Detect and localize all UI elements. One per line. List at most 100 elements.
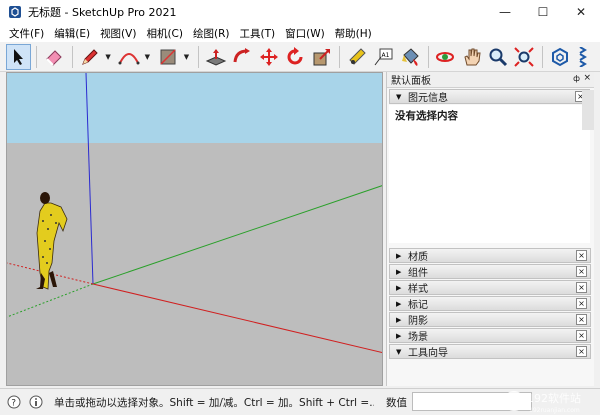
menu-edit[interactable]: 编辑(E)	[49, 26, 95, 41]
tray-instructor[interactable]: ▼ 工具向导 ×	[389, 344, 591, 359]
expanded-arrow-icon: ▼	[396, 92, 402, 101]
tray-materials[interactable]: ▶ 材质 ×	[389, 248, 591, 263]
menu-view[interactable]: 视图(V)	[95, 26, 141, 41]
rectangle-tool-button[interactable]	[155, 44, 180, 70]
panel-scrollbar[interactable]	[582, 90, 594, 130]
collapsed-arrow-icon: ▶	[396, 299, 402, 308]
menu-window[interactable]: 窗口(W)	[280, 26, 330, 41]
tray-close-button[interactable]: ×	[576, 330, 587, 341]
rectangle-icon	[160, 48, 176, 65]
ground	[7, 143, 382, 385]
pencil-dropdown[interactable]: ▼	[103, 44, 113, 70]
arc-dropdown[interactable]: ▼	[142, 44, 152, 70]
toolbar: ▼ ▼ ▼ A1	[0, 42, 600, 72]
tray-label: 图元信息	[408, 93, 448, 104]
menu-tools[interactable]: 工具(T)	[234, 26, 280, 41]
sketchup-logo-icon	[9, 6, 21, 18]
zoom-tool-button[interactable]	[485, 44, 510, 70]
extension-warehouse-button[interactable]	[574, 44, 599, 70]
watermark-text: 192软件站	[527, 391, 581, 405]
minimize-button[interactable]: —	[486, 0, 524, 24]
menu-help[interactable]: 帮助(H)	[330, 26, 377, 41]
question-icon: ?	[7, 395, 21, 409]
pan-tool-button[interactable]	[459, 44, 484, 70]
orbit-icon	[436, 51, 455, 62]
info-status-icon[interactable]	[28, 394, 44, 410]
entity-info-content: 没有选择内容	[395, 110, 458, 122]
rectangle-dropdown[interactable]: ▼	[182, 44, 192, 70]
push-pull-icon	[205, 48, 227, 66]
tray-label: 组件	[408, 268, 428, 279]
menu-camera[interactable]: 相机(C)	[141, 26, 188, 41]
viewport-canvas[interactable]	[7, 73, 383, 386]
title-bar: 无标题 - SketchUp Pro 2021 — ☐ ✕	[0, 0, 600, 24]
paint-bucket-icon	[401, 47, 419, 66]
toolbar-separator	[339, 45, 341, 68]
push-pull-tool-button[interactable]	[203, 44, 228, 70]
drawing-viewport[interactable]	[6, 72, 383, 386]
warehouse-icon	[551, 47, 568, 66]
toolbar-separator	[542, 45, 544, 68]
eraser-tool-button[interactable]	[41, 44, 66, 70]
sky	[7, 73, 382, 143]
warehouse-button[interactable]	[547, 44, 572, 70]
scale-tool-button[interactable]	[309, 44, 334, 70]
text-tool-button[interactable]: A1	[371, 44, 396, 70]
tray-shadows[interactable]: ▶ 阴影 ×	[389, 312, 591, 327]
text-tool-label: A1	[382, 52, 390, 59]
toolbar-separator	[198, 45, 200, 68]
help-status-icon[interactable]: ?	[6, 394, 22, 410]
arc-tool-button[interactable]	[116, 44, 141, 70]
entity-info-body: 没有选择内容	[389, 105, 590, 243]
tray-components[interactable]: ▶ 组件 ×	[389, 264, 591, 279]
tape-measure-icon	[349, 47, 366, 65]
rotate-icon	[287, 46, 303, 64]
maximize-button[interactable]: ☐	[524, 0, 562, 24]
toolbar-separator	[36, 45, 38, 68]
menu-draw[interactable]: 绘图(R)	[188, 26, 235, 41]
watermark-logo: 192软件站 192ruanjian.com	[504, 391, 581, 414]
collapsed-arrow-icon: ▶	[396, 267, 402, 276]
collapsed-arrow-icon: ▶	[396, 315, 402, 324]
tray-label: 场景	[408, 332, 428, 343]
pencil-icon	[81, 48, 98, 65]
follow-me-tool-button[interactable]	[230, 44, 255, 70]
tray-label: 标记	[408, 300, 428, 311]
watermark-subtext: 192ruanjian.com	[529, 407, 580, 414]
collapsed-arrow-icon: ▶	[396, 283, 402, 292]
tray-close-button[interactable]: ×	[576, 266, 587, 277]
tray-close-button[interactable]: ×	[576, 346, 587, 357]
select-tool-button[interactable]	[6, 43, 32, 70]
tray-tags[interactable]: ▶ 标记 ×	[389, 296, 591, 311]
panel-title: 默认面板	[391, 76, 431, 87]
tray-close-button[interactable]: ×	[576, 298, 587, 309]
move-icon	[259, 47, 278, 66]
pencil-tool-button[interactable]	[77, 44, 102, 70]
move-tool-button[interactable]	[256, 44, 281, 70]
menu-file[interactable]: 文件(F)	[4, 26, 49, 41]
tray-close-button[interactable]: ×	[576, 314, 587, 325]
tray-styles[interactable]: ▶ 样式 ×	[389, 280, 591, 295]
tray-close-button[interactable]: ×	[576, 282, 587, 293]
orbit-tool-button[interactable]	[433, 44, 458, 70]
paint-bucket-tool-button[interactable]	[397, 44, 422, 70]
zoom-extents-tool-button[interactable]	[512, 44, 537, 70]
tape-measure-tool-button[interactable]	[344, 44, 369, 70]
tray-close-button[interactable]: ×	[576, 250, 587, 261]
tray-label: 样式	[408, 284, 428, 295]
tray-scenes[interactable]: ▶ 场景 ×	[389, 328, 591, 343]
panel-header: 默认面板 ф ×	[387, 72, 594, 88]
tray-label: 材质	[408, 252, 428, 263]
panel-close-button[interactable]: ×	[583, 73, 591, 83]
collapsed-arrow-icon: ▶	[396, 331, 402, 340]
close-button[interactable]: ✕	[562, 0, 600, 24]
info-icon	[29, 395, 43, 409]
toolbar-separator	[427, 45, 429, 68]
tray-entity-info[interactable]: ▼ 图元信息 ×	[389, 89, 590, 104]
window-title: 无标题 - SketchUp Pro 2021	[28, 6, 177, 19]
pin-icon[interactable]: ф	[573, 74, 580, 83]
toolbar-separator	[71, 45, 73, 68]
svg-text:?: ?	[11, 399, 16, 409]
rotate-tool-button[interactable]	[283, 44, 308, 70]
scale-icon	[313, 48, 330, 65]
